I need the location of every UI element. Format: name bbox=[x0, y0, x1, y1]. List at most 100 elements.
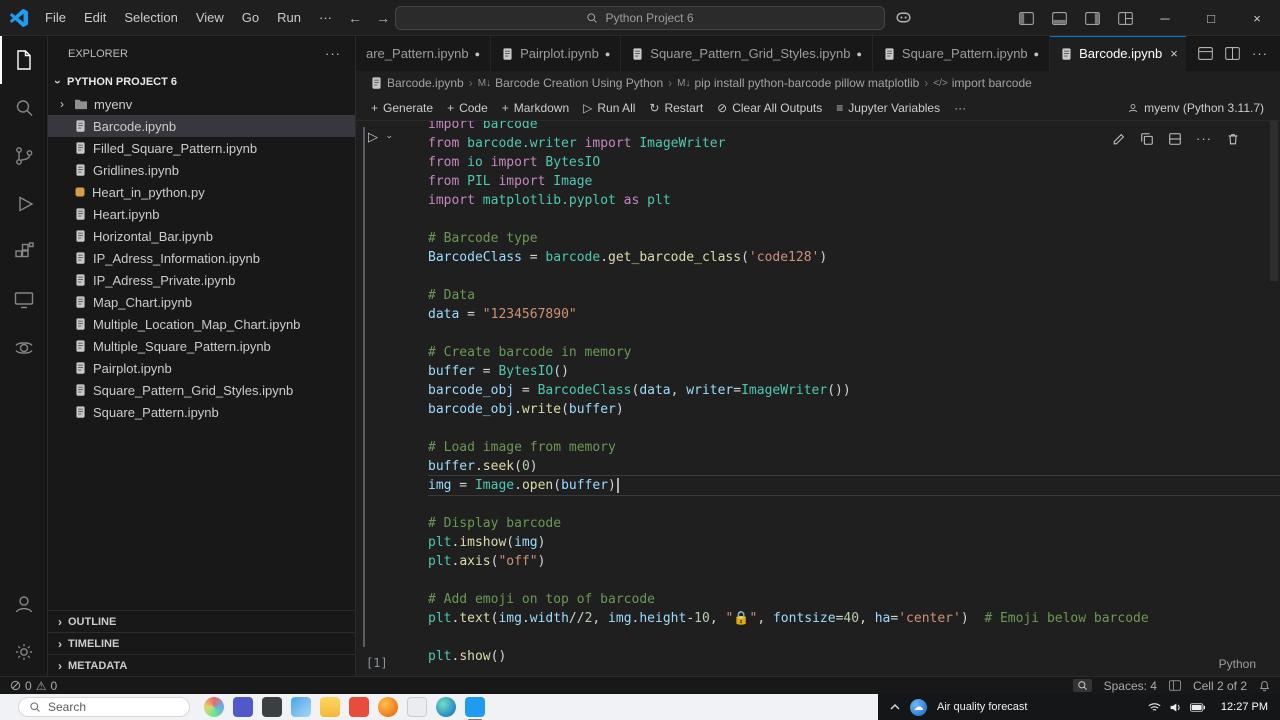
source-control-icon[interactable] bbox=[0, 132, 48, 180]
command-center-search[interactable]: Python Project 6 bbox=[395, 6, 885, 30]
file-item-multiple_square_pattern.ipynb[interactable]: Multiple_Square_Pattern.ipynb bbox=[48, 335, 355, 357]
notifications-bell-icon[interactable] bbox=[1259, 680, 1270, 692]
account-icon[interactable] bbox=[0, 580, 48, 628]
file-item-gridlines.ipynb[interactable]: Gridlines.ipynb bbox=[48, 159, 355, 181]
close-tab-icon[interactable]: × bbox=[1170, 46, 1178, 61]
sidebar-section-timeline[interactable]: ›TIMELINE bbox=[48, 632, 355, 654]
code-line[interactable]: data = "1234567890" bbox=[428, 305, 1280, 324]
remote-explorer-icon[interactable] bbox=[0, 276, 48, 324]
cell-language-picker[interactable]: Python bbox=[1219, 657, 1256, 671]
file-item-pairplot.ipynb[interactable]: Pairplot.ipynb bbox=[48, 357, 355, 379]
tab-square_pattern_grid_styles.ipynb[interactable]: Square_Pattern_Grid_Styles.ipynb● bbox=[621, 36, 873, 71]
windows-search[interactable]: Search bbox=[18, 697, 190, 717]
wifi-icon[interactable] bbox=[1148, 702, 1161, 713]
breadcrumb-item[interactable]: M↓pip install python-barcode pillow matp… bbox=[677, 76, 919, 90]
toggle-secondary-sidebar-icon[interactable] bbox=[1085, 12, 1100, 25]
breadcrumb-item[interactable]: Barcode.ipynb bbox=[370, 76, 464, 90]
run-cell-icon[interactable]: ▷ bbox=[368, 129, 378, 145]
delete-cell-icon[interactable] bbox=[1226, 132, 1240, 146]
code-line[interactable] bbox=[428, 628, 1280, 647]
hidden-icons-chevron[interactable] bbox=[890, 704, 900, 710]
code-line[interactable]: # Barcode type bbox=[428, 229, 1280, 248]
kernel-picker[interactable]: myenv (Python 3.11.7) bbox=[1127, 101, 1272, 115]
file-item-map_chart.ipynb[interactable]: Map_Chart.ipynb bbox=[48, 291, 355, 313]
file-item-heart.ipynb[interactable]: Heart.ipynb bbox=[48, 203, 355, 225]
weather-text[interactable]: Air quality forecast bbox=[937, 701, 1027, 713]
edit-cell-icon[interactable] bbox=[1112, 132, 1126, 146]
copilot-taskbar-icon[interactable] bbox=[204, 697, 224, 717]
editor-more-actions-icon[interactable]: ··· bbox=[1252, 46, 1268, 61]
menu-overflow[interactable]: ··· bbox=[310, 0, 341, 36]
code-line[interactable]: # Create barcode in memory bbox=[428, 343, 1280, 362]
back-arrow-icon[interactable]: ← bbox=[348, 10, 362, 26]
teams-taskbar-icon[interactable] bbox=[233, 697, 253, 717]
tab-square_pattern.ipynb[interactable]: Square_Pattern.ipynb● bbox=[873, 36, 1050, 71]
cell-more-actions-icon[interactable]: ··· bbox=[1196, 131, 1212, 146]
split-editor-icon[interactable] bbox=[1225, 47, 1240, 60]
widgets-taskbar-icon[interactable] bbox=[291, 697, 311, 717]
code-line[interactable]: plt.axis("off") bbox=[428, 552, 1280, 571]
taskbar-clock[interactable]: 12:27 PM bbox=[1221, 701, 1268, 713]
toggle-panel-icon[interactable] bbox=[1052, 12, 1067, 25]
code-line[interactable]: barcode_obj.write(buffer) bbox=[428, 400, 1280, 419]
sidebar-section-outline[interactable]: ›OUTLINE bbox=[48, 610, 355, 632]
toolbar-more[interactable]: ··· bbox=[947, 97, 973, 119]
forward-arrow-icon[interactable]: → bbox=[376, 10, 390, 26]
tab-pairplot.ipynb[interactable]: Pairplot.ipynb● bbox=[491, 36, 621, 71]
code-line[interactable]: img = Image.open(buffer) bbox=[428, 476, 1280, 495]
volume-icon[interactable] bbox=[1169, 702, 1182, 713]
tab-are_pattern.ipynb[interactable]: are_Pattern.ipynb● bbox=[356, 36, 491, 71]
file-item-myenv[interactable]: ›myenv bbox=[48, 93, 355, 115]
problems-indicator[interactable]: 0 ⚠ 0 bbox=[10, 679, 57, 693]
vscode-taskbar-icon[interactable] bbox=[465, 697, 485, 717]
file-explorer-taskbar-icon[interactable] bbox=[320, 697, 340, 717]
breadcrumb-item[interactable]: M↓Barcode Creation Using Python bbox=[478, 76, 663, 90]
toolbar-restart[interactable]: ↻Restart bbox=[642, 97, 710, 119]
task-view-taskbar-icon[interactable] bbox=[262, 697, 282, 717]
app-red-taskbar-icon[interactable] bbox=[349, 697, 369, 717]
code-line[interactable] bbox=[428, 324, 1280, 343]
notebook-cell[interactable]: ▷ › import barcodefrom barcode.writer im… bbox=[356, 121, 1280, 676]
code-line[interactable] bbox=[428, 210, 1280, 229]
code-line[interactable]: from io import BytesIO bbox=[428, 153, 1280, 172]
file-item-barcode.ipynb[interactable]: Barcode.ipynb bbox=[48, 115, 355, 137]
toolbar-jupyter-variables[interactable]: ≡Jupyter Variables bbox=[829, 97, 947, 119]
search-sidebar-icon[interactable] bbox=[0, 84, 48, 132]
file-item-ip_adress_information.ipynb[interactable]: IP_Adress_Information.ipynb bbox=[48, 247, 355, 269]
toolbar-run-all[interactable]: ▷Run All bbox=[576, 97, 642, 119]
code-line[interactable]: plt.imshow(img) bbox=[428, 533, 1280, 552]
breadcrumb-item[interactable]: </>import barcode bbox=[933, 76, 1032, 90]
explorer-icon[interactable] bbox=[0, 36, 48, 84]
code-line[interactable]: barcode_obj = BarcodeClass(data, writer=… bbox=[428, 381, 1280, 400]
split-cell-icon[interactable] bbox=[1168, 132, 1182, 146]
file-item-square_pattern_grid_styles.ipynb[interactable]: Square_Pattern_Grid_Styles.ipynb bbox=[48, 379, 355, 401]
edge-taskbar-icon[interactable] bbox=[436, 697, 456, 717]
code-line[interactable]: from PIL import Image bbox=[428, 172, 1280, 191]
code-line[interactable]: buffer.seek(0) bbox=[428, 457, 1280, 476]
file-item-heart_in_python.py[interactable]: Heart_in_python.py bbox=[48, 181, 355, 203]
sidebar-section-metadata[interactable]: ›METADATA bbox=[48, 654, 355, 676]
toolbar-markdown[interactable]: +Markdown bbox=[495, 97, 576, 119]
code-line[interactable] bbox=[428, 571, 1280, 590]
code-line[interactable]: # Add emoji on top of barcode bbox=[428, 590, 1280, 609]
code-line[interactable] bbox=[428, 419, 1280, 438]
code-editor[interactable]: import barcodefrom barcode.writer import… bbox=[428, 121, 1280, 666]
code-line[interactable]: BarcodeClass = barcode.get_barcode_class… bbox=[428, 248, 1280, 267]
tab-barcode.ipynb[interactable]: Barcode.ipynb× bbox=[1050, 36, 1186, 71]
toolbar-code[interactable]: +Code bbox=[440, 97, 495, 119]
copilot-icon[interactable] bbox=[895, 9, 912, 26]
file-item-square_pattern.ipynb[interactable]: Square_Pattern.ipynb bbox=[48, 401, 355, 423]
customize-layout-icon[interactable] bbox=[1118, 12, 1133, 25]
notebook-layout-icon[interactable] bbox=[1198, 47, 1213, 60]
layout-status-icon[interactable] bbox=[1169, 680, 1181, 691]
firefox-taskbar-icon[interactable] bbox=[378, 697, 398, 717]
menu-selection[interactable]: Selection bbox=[115, 0, 186, 36]
file-item-filled_square_pattern.ipynb[interactable]: Filled_Square_Pattern.ipynb bbox=[48, 137, 355, 159]
menu-go[interactable]: Go bbox=[233, 0, 268, 36]
extensions-icon[interactable] bbox=[0, 228, 48, 276]
code-line[interactable] bbox=[428, 495, 1280, 514]
menu-run[interactable]: Run bbox=[268, 0, 310, 36]
settings-gear-icon[interactable] bbox=[0, 628, 48, 676]
minimize-button[interactable]: ─ bbox=[1142, 0, 1188, 36]
app-light-taskbar-icon[interactable] bbox=[407, 697, 427, 717]
